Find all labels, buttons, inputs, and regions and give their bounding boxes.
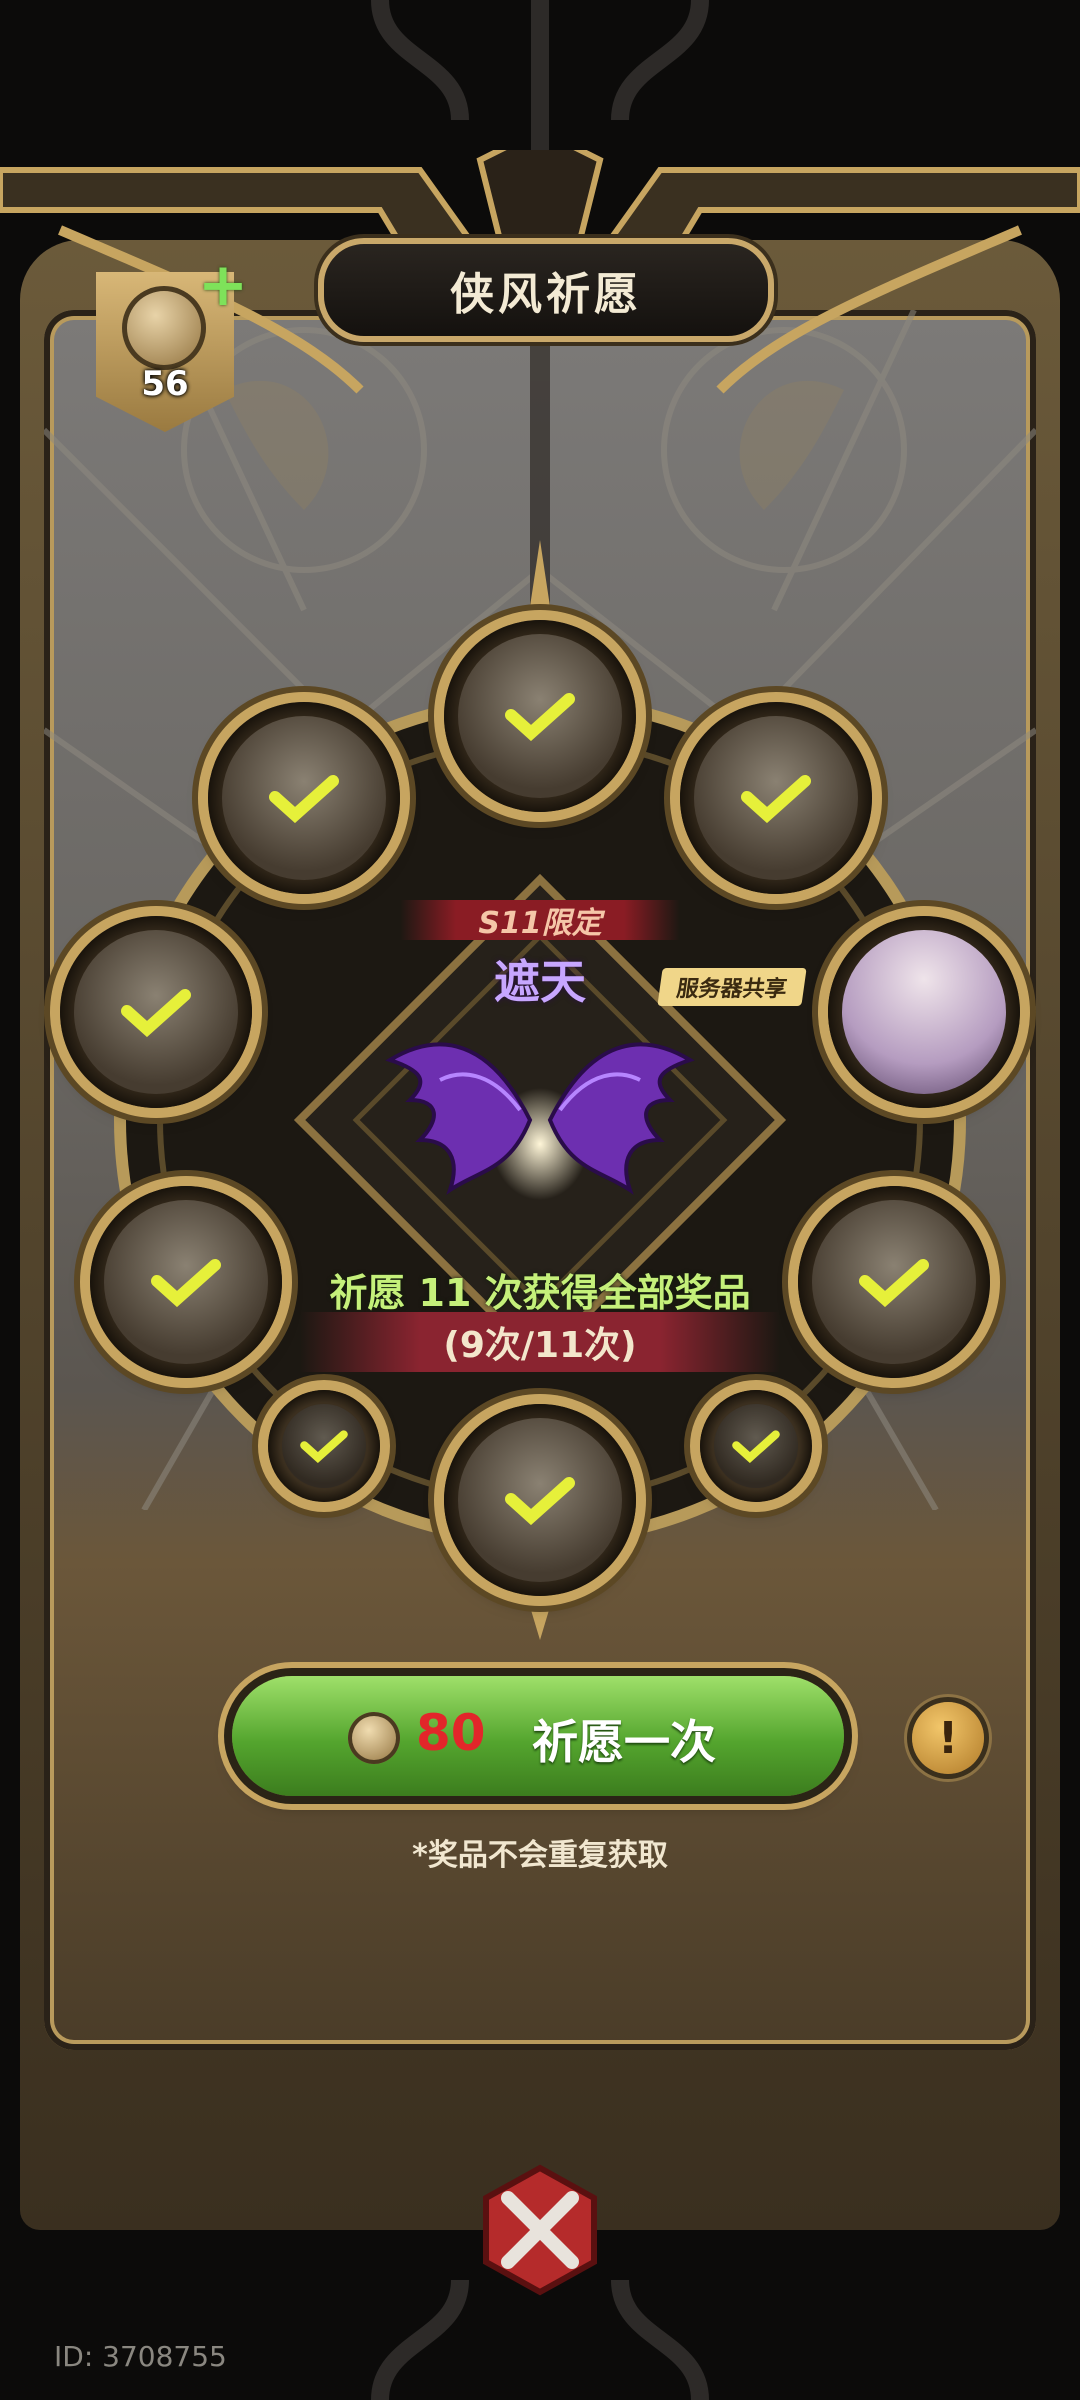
featured-character-portrait [842,930,1006,1094]
add-currency-button[interactable]: + [196,255,250,315]
slot-small-left[interactable] [268,1390,380,1502]
progress-count: (9次/11次) [443,1325,637,1366]
currency-count: 56 [141,364,189,404]
check-icon [121,987,191,1038]
bottom-ornament [371,2279,709,2400]
title-plate: 侠风祈愿 [318,238,774,342]
progress-band: (9次/11次) [300,1312,780,1372]
slot-upper-left[interactable] [208,702,400,894]
pray-once-button[interactable]: 80 祈愿一次 [232,1676,844,1796]
no-duplicate-notice: *奖品不会重复获取 [412,1838,668,1873]
slot-mid-left[interactable] [60,916,252,1108]
season-label: S11限定 [478,906,602,941]
check-icon [505,691,575,742]
check-icon [505,1475,575,1526]
check-icon [859,1257,929,1308]
slot-upper-right[interactable] [680,702,872,894]
pray-label: 祈愿一次 [532,1715,716,1769]
check-icon [741,773,811,824]
slot-bottom[interactable] [444,1404,636,1596]
season-banner: S11限定 [400,900,680,941]
pray-cost: 80 [416,1704,486,1762]
check-icon [300,1429,348,1464]
slot-small-right[interactable] [700,1390,812,1502]
slot-top[interactable] [444,620,636,812]
coin-icon [348,1712,400,1764]
check-icon [151,1257,221,1308]
page-title: 侠风祈愿 [450,269,642,320]
check-icon [732,1429,780,1464]
progress-info: 祈愿 11 次获得全部奖品 [329,1271,751,1315]
user-id: ID: 3708755 [54,2340,227,2373]
check-icon [269,773,339,824]
info-button[interactable]: ! [912,1702,984,1774]
wings-icon[interactable] [380,1000,700,1220]
slot-mid-right[interactable] [828,916,1020,1108]
coin-icon [122,286,206,370]
